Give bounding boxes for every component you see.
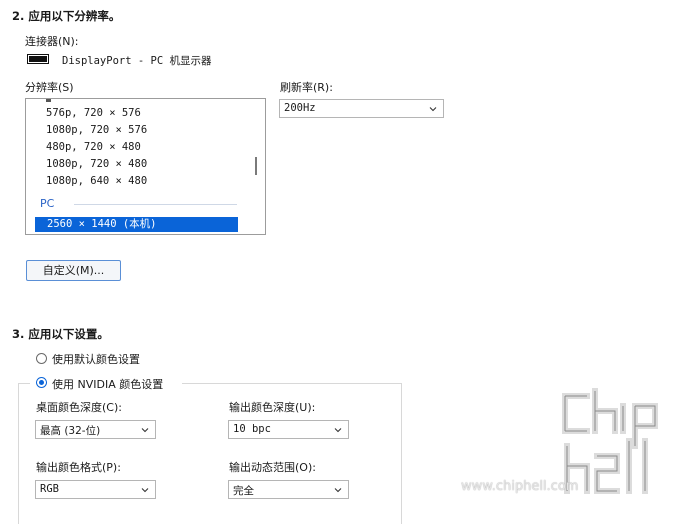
refresh-label: 刷新率(R): (280, 81, 333, 94)
list-scroll-marker (46, 99, 51, 102)
chevron-down-icon (141, 428, 149, 433)
dynamic-range-label: 输出动态范围(O): (229, 461, 316, 474)
chevron-down-icon (429, 107, 437, 112)
output-format-value: RGB (40, 483, 59, 495)
desktop-depth-dropdown[interactable]: 最高 (32-位) (35, 420, 156, 439)
selected-resolution[interactable]: 2560 × 1440 (本机) (35, 217, 238, 232)
list-item[interactable]: 480p, 720 × 480 (46, 141, 141, 153)
watermark-site-text: www.chiphell.com (461, 479, 579, 494)
output-depth-label: 输出颜色深度(U): (229, 401, 316, 414)
output-format-dropdown[interactable]: RGB (35, 480, 156, 499)
connector-label: 连接器(N): (25, 35, 79, 48)
connector-value: DisplayPort - PC 机显示器 (62, 55, 212, 67)
desktop-depth-label: 桌面颜色深度(C): (36, 401, 122, 414)
radio-nvidia-label: 使用 NVIDIA 颜色设置 (52, 378, 164, 391)
output-format-label: 输出颜色格式(P): (36, 461, 121, 474)
refresh-rate-value: 200Hz (284, 102, 316, 114)
radio-default-color[interactable] (36, 353, 47, 364)
list-item[interactable]: 1080p, 640 × 480 (46, 175, 147, 187)
radio-nvidia-color[interactable] (36, 377, 47, 388)
chevron-down-icon (334, 428, 342, 433)
section2-heading: 2. 应用以下分辨率。 (12, 9, 121, 23)
list-item[interactable]: 1080p, 720 × 576 (46, 124, 147, 136)
section3-heading: 3. 应用以下设置。 (12, 327, 109, 341)
chevron-down-icon (334, 488, 342, 493)
group-divider (74, 204, 237, 205)
pc-group-label: PC (40, 197, 55, 210)
refresh-rate-dropdown[interactable]: 200Hz (279, 99, 444, 118)
customize-button[interactable]: 自定义(M)... (26, 260, 121, 281)
resolution-listbox[interactable]: 576p, 720 × 576 1080p, 720 × 576 480p, 7… (25, 98, 266, 235)
scrollbar-thumb[interactable] (255, 157, 257, 175)
chevron-down-icon (141, 488, 149, 493)
output-depth-value: 10 bpc (233, 423, 271, 435)
monitor-icon (27, 54, 49, 64)
dynamic-range-dropdown[interactable]: 完全 (228, 480, 349, 499)
list-item[interactable]: 576p, 720 × 576 (46, 107, 141, 119)
output-depth-dropdown[interactable]: 10 bpc (228, 420, 349, 439)
list-item[interactable]: 1080p, 720 × 480 (46, 158, 147, 170)
dynamic-range-value: 完全 (233, 485, 254, 497)
radio-default-label: 使用默认颜色设置 (52, 353, 140, 366)
desktop-depth-value: 最高 (32-位) (40, 425, 101, 437)
resolution-label: 分辨率(S) (25, 81, 74, 94)
